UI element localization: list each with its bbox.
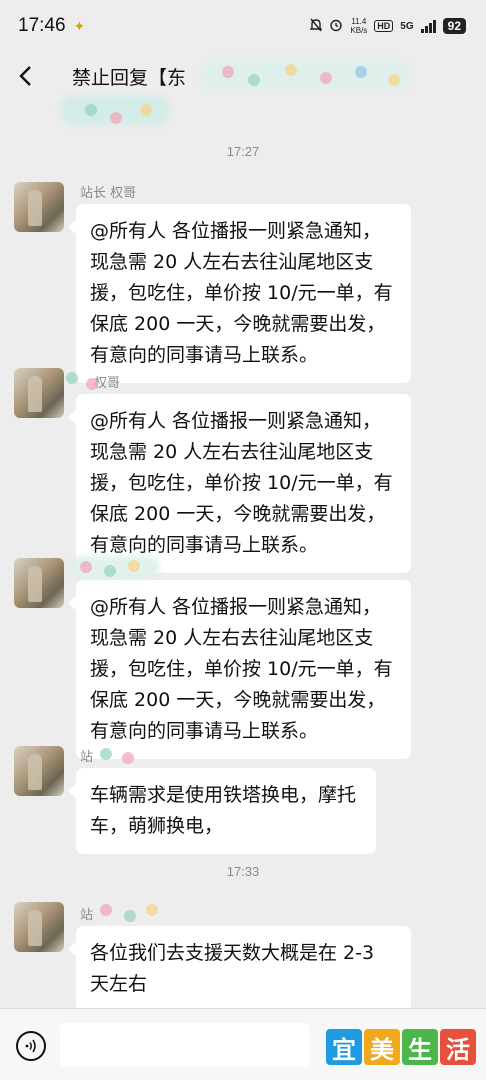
- input-bar: 宜 美 生 活: [0, 1008, 486, 1080]
- net-speed-value: 11.4: [351, 17, 367, 26]
- message-bubble[interactable]: 各位我们去支援天数大概是在 2-3 天左右: [68, 926, 411, 1012]
- chevron-left-icon: [19, 66, 31, 86]
- voice-icon: [25, 1039, 36, 1053]
- watermark-char: 生: [402, 1029, 438, 1065]
- sparkle-icon: ✦: [73, 17, 86, 34]
- avatar[interactable]: [14, 182, 64, 232]
- avatar[interactable]: [14, 368, 64, 418]
- signal-icon: [420, 19, 436, 33]
- network-label: 5G: [400, 20, 414, 32]
- message-bubble[interactable]: @所有人 各位播报一则紧急通知，现急需 20 人左右去往汕尾地区支援，包吃住，单…: [68, 580, 411, 759]
- sender-name: 权哥: [94, 376, 121, 391]
- status-bar: 17:46 ✦ 11.4 KB/s HD 5G 92: [0, 0, 486, 52]
- chat-title: 禁止回复【东: [72, 63, 186, 90]
- sender-name: 站: [80, 750, 94, 765]
- message-bubble[interactable]: @所有人 各位播报一则紧急通知，现急需 20 人左右去往汕尾地区支援，包吃住，单…: [68, 204, 411, 383]
- alarm-icon: [329, 18, 343, 35]
- message-input[interactable]: [60, 1023, 310, 1067]
- net-speed: 11.4 KB/s: [350, 17, 367, 35]
- chat-timestamp: 17:27: [226, 144, 260, 159]
- voice-button[interactable]: [16, 1031, 46, 1061]
- avatar[interactable]: [14, 902, 64, 952]
- chat-title-text: 禁止回复【东: [72, 66, 187, 89]
- sender-name: 站长 权哥: [80, 186, 137, 201]
- avatar[interactable]: [14, 558, 64, 608]
- watermark-char: 美: [364, 1029, 400, 1065]
- sender-name: 站: [80, 908, 94, 923]
- watermark-char: 活: [440, 1029, 476, 1065]
- avatar[interactable]: [14, 746, 64, 796]
- message-bubble[interactable]: 车辆需求是使用铁塔换电，摩托车，萌狮换电，: [68, 768, 376, 854]
- hd-badge: HD: [374, 20, 394, 32]
- battery-level: 92: [442, 18, 466, 34]
- mute-icon: [309, 18, 324, 35]
- watermark-char: 宜: [326, 1029, 362, 1065]
- status-icons: 11.4 KB/s HD 5G 92: [309, 17, 466, 35]
- back-button[interactable]: [0, 52, 50, 100]
- message-bubble[interactable]: @所有人 各位播报一则紧急通知，现急需 20 人左右去往汕尾地区支援，包吃住，单…: [68, 394, 411, 573]
- watermark-logo: 宜 美 生 活: [326, 1029, 476, 1065]
- chat-timestamp: 17:33: [226, 864, 260, 879]
- status-time: 17:46: [18, 15, 66, 36]
- net-speed-unit: KB/s: [350, 26, 368, 35]
